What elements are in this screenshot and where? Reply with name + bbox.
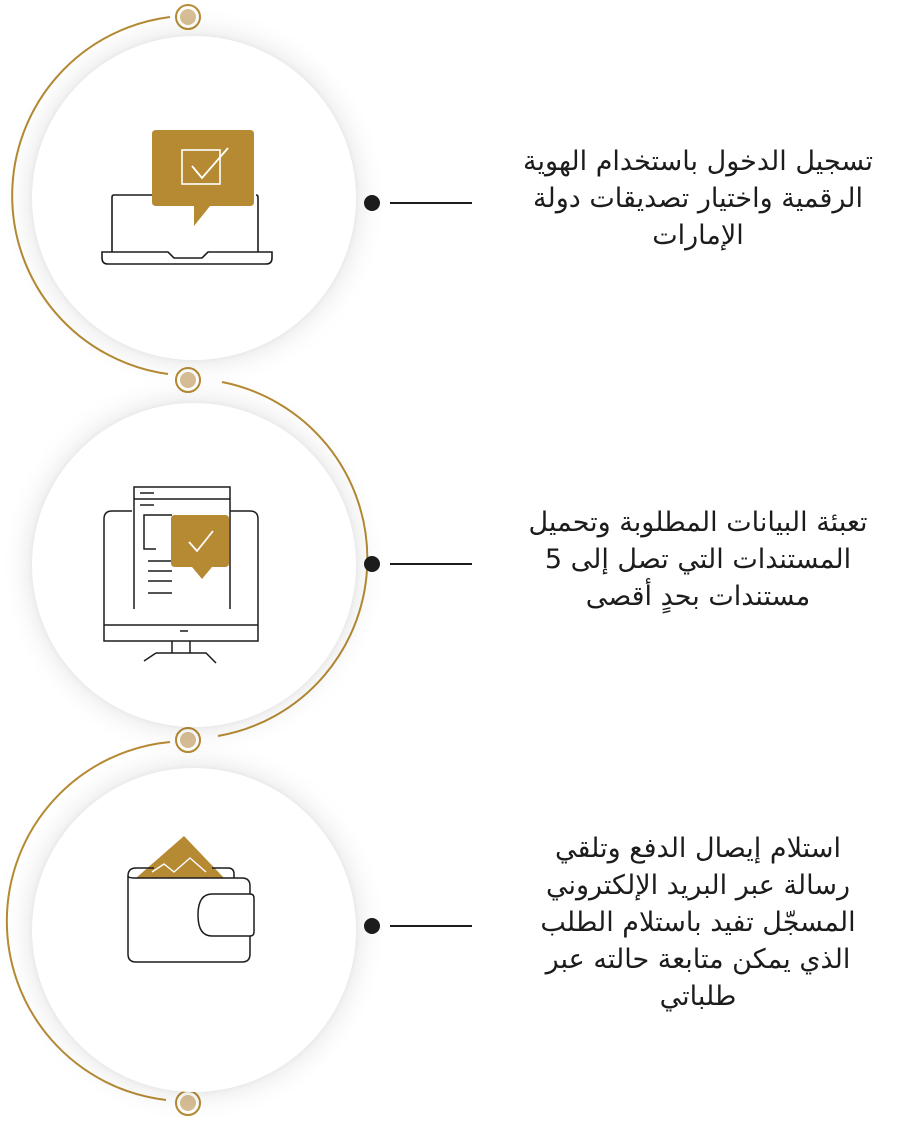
step-2-circle: [32, 403, 356, 727]
laptop-checkmark-icon: [101, 130, 273, 265]
step-1-connector: [364, 195, 472, 211]
timeline-node: [175, 4, 201, 30]
monitor-document-checkmark-icon: [103, 486, 259, 664]
step-3-connector: [364, 918, 472, 934]
step-2-text: تعبئة البيانات المطلوبة وتحميل المستندات…: [528, 507, 868, 612]
timeline-node: [175, 1090, 201, 1116]
wallet-icon: [127, 836, 255, 963]
timeline-node: [175, 727, 201, 753]
step-1-circle: [32, 36, 356, 360]
step-3-text: استلام إيصال الدفع وتلقي رسالة عبر البري…: [540, 833, 856, 1012]
timeline-node: [175, 367, 201, 393]
step-2-connector: [364, 556, 472, 572]
step-1-text: تسجيل الدخول باستخدام الهوية الرقمية واخ…: [523, 146, 873, 251]
step-3-circle: [32, 768, 356, 1092]
